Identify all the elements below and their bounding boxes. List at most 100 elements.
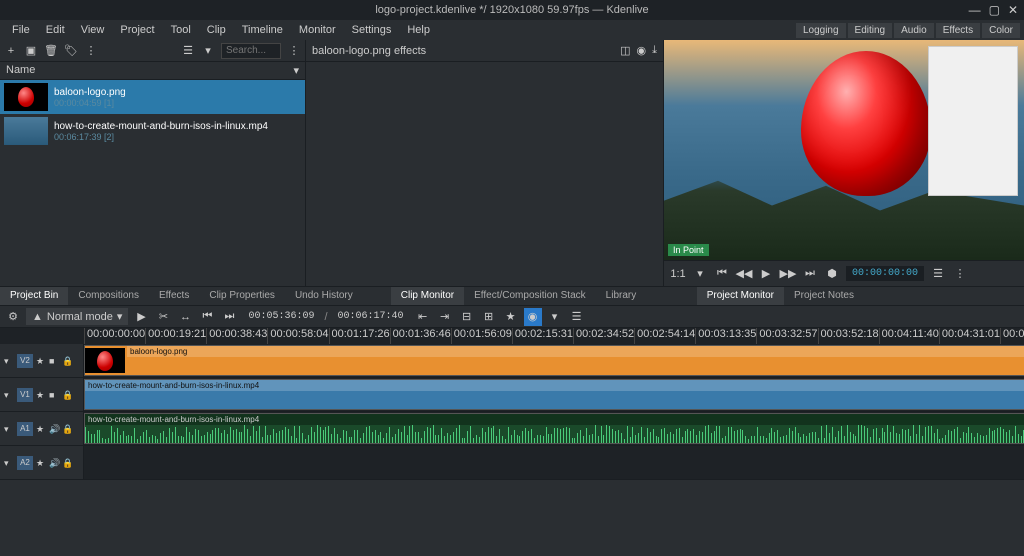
forward-end-icon[interactable]: ⏭ [802,266,818,282]
chevron-down-icon[interactable]: ▾ [201,44,215,58]
tab-project-monitor[interactable]: Project Monitor [697,287,784,305]
star-icon[interactable]: ★ [36,458,46,468]
folder-icon[interactable]: ▣ [24,44,38,58]
menu-project[interactable]: Project [112,22,162,38]
menu-icon[interactable]: ⋮ [287,44,301,58]
tab-effect-stack[interactable]: Effect/Composition Stack [464,287,596,305]
razor-tool-icon[interactable]: ✂ [154,308,172,326]
close-icon[interactable]: ✕ [1008,3,1018,17]
rewind-icon[interactable]: ⏮ [714,266,730,282]
skip-start-icon[interactable]: ⏮ [198,308,216,326]
filter-icon[interactable]: ⋮ [84,44,98,58]
list-icon[interactable]: ☰ [568,308,586,326]
speaker-icon[interactable]: 🔊 [49,424,59,434]
balloon-logo-overlay [801,51,931,211]
menu-timeline[interactable]: Timeline [234,22,291,38]
play-icon[interactable]: ▶ [758,266,774,282]
tab-project-notes[interactable]: Project Notes [784,287,864,305]
bin-item[interactable]: baloon-logo.png 00:00:04:59 [1] [0,80,305,114]
tag-icon[interactable]: 🏷 [64,44,78,58]
menu-edit[interactable]: Edit [38,22,73,38]
insert-icon[interactable]: ⊞ [480,308,498,326]
timeline-clip[interactable]: how-to-create-mount-and-burn-isos-in-lin… [84,413,1024,444]
delete-icon[interactable]: 🗑 [44,44,58,58]
lock-icon[interactable]: 🔒 [62,458,72,468]
zone-in-icon[interactable]: ⇤ [414,308,432,326]
skip-forward-icon[interactable]: ▶▶ [780,266,796,282]
add-clip-icon[interactable]: + [4,44,18,58]
tab-library[interactable]: Library [596,287,647,305]
mode-effects[interactable]: Effects [936,23,980,38]
skip-end-icon[interactable]: ⏭ [220,308,238,326]
track-header[interactable]: ▾ V1 ★ ■ 🔒 [0,378,84,411]
expand-icon[interactable]: ▾ [4,390,14,400]
mode-color[interactable]: Color [982,23,1020,38]
tab-compositions[interactable]: Compositions [68,287,149,305]
bin-column-header[interactable]: Name ▾ [0,62,305,80]
tab-clip-properties[interactable]: Clip Properties [199,287,285,305]
mode-editing[interactable]: Editing [848,23,893,38]
lock-icon[interactable]: 🔒 [62,356,72,366]
tab-clip-monitor[interactable]: Clip Monitor [391,287,464,305]
zoom-ratio[interactable]: 1:1 [670,266,686,282]
mode-logging[interactable]: Logging [796,23,846,38]
star-icon[interactable]: ★ [36,424,46,434]
lock-icon[interactable]: 🔒 [62,424,72,434]
expand-icon[interactable]: ▾ [4,356,14,366]
star-icon[interactable]: ★ [36,356,46,366]
track-header[interactable]: ▾ A2 ★ 🔊 🔒 [0,446,84,479]
track-lane[interactable]: how-to-create-mount-and-burn-isos-in-lin… [84,412,1024,445]
preview-render-icon[interactable]: ◉ [524,308,542,326]
zone-out-icon[interactable]: ⇥ [436,308,454,326]
gear-icon[interactable]: ⚙ [4,308,22,326]
spacer-tool-icon[interactable]: ↔ [176,308,194,326]
lock-icon[interactable]: 🔒 [62,390,72,400]
track-header[interactable]: ▾ A1 ★ 🔊 🔒 [0,412,84,445]
expand-icon[interactable]: ▾ [4,424,14,434]
skip-back-icon[interactable]: ◀◀ [736,266,752,282]
options-icon[interactable]: ⋮ [952,266,968,282]
minimize-icon[interactable]: — [969,3,981,17]
tab-project-bin[interactable]: Project Bin [0,287,68,305]
tab-effects[interactable]: Effects [149,287,199,305]
marker-icon[interactable]: ⬢ [824,266,840,282]
favorite-icon[interactable]: ★ [502,308,520,326]
chevron-down-icon[interactable]: ▾ [692,266,708,282]
speaker-icon[interactable]: 🔊 [49,458,59,468]
menu-help[interactable]: Help [399,22,438,38]
overwrite-icon[interactable]: ⊟ [458,308,476,326]
track-lane[interactable]: how-to-create-mount-and-burn-isos-in-lin… [84,378,1024,411]
mute-icon[interactable]: ■ [49,390,59,400]
menu-view[interactable]: View [73,22,113,38]
track-header[interactable]: ▾ V2 ★ ■ 🔒 [0,344,84,377]
menu-tool[interactable]: Tool [163,22,199,38]
view-list-icon[interactable]: ☰ [181,44,195,58]
track-lane[interactable]: baloon-logo.png [84,344,1024,377]
hamburger-icon[interactable]: ☰ [930,266,946,282]
chevron-down-icon[interactable]: ▾ [546,308,564,326]
timeline-clip[interactable]: baloon-logo.png [84,345,1024,376]
maximize-icon[interactable]: ▢ [989,3,1000,17]
timeline-clip[interactable]: how-to-create-mount-and-burn-isos-in-lin… [84,379,1024,410]
menu-settings[interactable]: Settings [344,22,400,38]
mode-audio[interactable]: Audio [894,23,934,38]
timeline-position[interactable]: 00:05:36:09 [242,311,320,322]
menu-clip[interactable]: Clip [199,22,234,38]
mute-icon[interactable]: ■ [49,356,59,366]
bin-item[interactable]: how-to-create-mount-and-burn-isos-in-lin… [0,114,305,148]
track-lane[interactable] [84,446,1024,479]
monitor-timecode[interactable]: 00:00:00:00 [846,266,924,281]
split-view-icon[interactable]: ◫ [620,44,630,57]
menu-file[interactable]: File [4,22,38,38]
search-input[interactable] [221,43,281,59]
star-icon[interactable]: ★ [36,390,46,400]
monitor-viewport[interactable]: In Point [664,40,1024,260]
toggle-effects-icon[interactable]: ◉ [637,44,647,57]
edit-mode-selector[interactable]: ▲ Normal mode ▾ [26,308,128,325]
tab-undo-history[interactable]: Undo History [285,287,363,305]
expand-icon[interactable]: ▾ [4,458,14,468]
menu-monitor[interactable]: Monitor [291,22,344,38]
save-stack-icon[interactable]: ⤓ [652,44,657,57]
select-tool-icon[interactable]: ▶ [132,308,150,326]
timeline-ruler[interactable]: 00:00:00:00 00:00:19:21 00:00:38:43 00:0… [0,328,1024,344]
